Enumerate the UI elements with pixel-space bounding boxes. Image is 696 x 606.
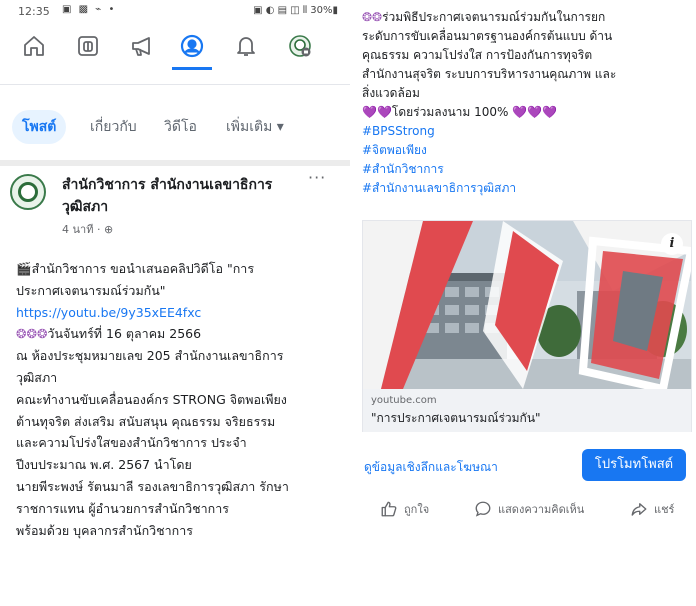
section-divider: [0, 160, 350, 166]
post-line: พร้อมด้วย บุคลากรสำนักวิชาการ: [16, 522, 193, 538]
status-notification-icons: ▣ ▩ ⌁ •: [62, 4, 117, 15]
post-line: ❂❂ร่วมพิธีประกาศเจตนารมณ์ร่วมกันในการยก: [362, 10, 606, 24]
comment-button[interactable]: แสดงความคิดเห็น: [474, 494, 584, 524]
post-line: และความโปร่งใสของสำนักวิชาการ ประจำ: [16, 435, 247, 451]
post-line: คณะทำงานขับเคลื่อนองค์กร STRONG จิตพอเพี…: [16, 391, 287, 407]
author-line-2: วุฒิสภา: [62, 199, 109, 215]
post-line: 💜💜โดยร่วมลงนาม 100% 💜💜💜: [362, 105, 558, 119]
hashtag-link[interactable]: #สำนักงานเลขาธิการวุฒิสภา: [362, 179, 692, 198]
bell-icon[interactable]: [226, 28, 266, 64]
tab-about[interactable]: เกี่ยวกับ: [90, 110, 137, 144]
clapperboard-icon: 🎬: [16, 261, 32, 276]
profile-icon[interactable]: [172, 28, 212, 64]
globe-icon: ⊕: [103, 223, 114, 236]
post-time: 4 นาที: [62, 223, 94, 236]
link-title: "การประกาศเจตนารมณ์ร่วมกัน": [371, 411, 541, 425]
post-author[interactable]: สำนักวิชาการ สำนักงานเลขาธิการ วุฒิสภา: [62, 174, 292, 218]
link-preview-card[interactable]: i youtube.com "การประกาศเจตนารมณ์ร่วมกัน…: [362, 220, 692, 432]
nav-active-indicator: [172, 67, 212, 70]
post-line: คุณธรรม ความโปร่งใส การป้องกันการทุจริต: [362, 48, 593, 62]
status-time: 12:35: [18, 5, 50, 18]
megaphone-icon[interactable]: [122, 28, 162, 64]
status-system-icons: ▣ ◐ ▤ ◫ ⫴ 30%▮: [253, 5, 338, 16]
share-label: แชร์: [654, 503, 675, 516]
post-body: 🎬สำนักวิชาการ ขอนำเสนอคลิปวิดีโอ "การ ปร…: [16, 258, 346, 541]
page-tabs: โพสต์ เกี่ยวกับ วิดีโอ เพิ่มเติม ▾: [0, 110, 350, 150]
post-line: 🎬สำนักวิชาการ ขอนำเสนอคลิปวิดีโอ "การ: [16, 261, 255, 276]
page-avatar-icon[interactable]: [280, 28, 320, 64]
sparkle-emoji-icon: ❂❂❂: [16, 326, 48, 342]
post-line: ต้านทุจริต ส่งเสริม สนับสนุน คุณธรรม จริ…: [16, 413, 276, 429]
nav-divider: [0, 84, 350, 85]
share-button[interactable]: แชร์: [630, 494, 674, 524]
right-screenshot-panel: ❂❂ร่วมพิธีประกาศเจตนารมณ์ร่วมกันในการยก …: [356, 0, 696, 606]
link-domain: youtube.com: [371, 395, 437, 406]
share-arrow-icon: [631, 503, 647, 516]
post-line: ราชการแทน ผู้อำนวยการสำนักวิชาการ: [16, 500, 229, 516]
post-line: ระดับการขับเคลื่อนมาตรฐานองค์กรต้นแบบ ด้…: [362, 29, 613, 43]
link-preview-meta[interactable]: youtube.com "การประกาศเจตนารมณ์ร่วมกัน": [363, 389, 691, 432]
tab-posts[interactable]: โพสต์: [12, 110, 67, 144]
comment-bubble-icon: [475, 501, 491, 517]
post-more-button[interactable]: ···: [308, 168, 326, 187]
promote-post-button[interactable]: โปรโมทโพสต์: [582, 449, 686, 481]
like-label: ถูกใจ: [404, 503, 430, 516]
tab-more[interactable]: เพิ่มเติม ▾: [226, 110, 284, 144]
post-line: ณ ห้องประชุมหมายเลข 205 สำนักงานเลขาธิกา…: [16, 348, 284, 364]
post-meta: 4 นาที · ⊕: [62, 223, 114, 236]
heart-emoji-icon: 💜💜💜: [512, 105, 558, 119]
video-thumbnail[interactable]: i: [363, 221, 691, 389]
top-nav-bar: [0, 28, 350, 70]
tab-videos[interactable]: วิดีโอ: [164, 110, 197, 144]
info-icon[interactable]: i: [661, 233, 683, 255]
left-screenshot-panel: 12:35 ▣ ▩ ⌁ • ▣ ◐ ▤ ◫ ⫴ 30%▮ โพสต์ เกี่ย…: [0, 0, 350, 606]
like-button[interactable]: ถูกใจ: [380, 494, 429, 524]
home-icon[interactable]: [14, 28, 54, 64]
insights-link[interactable]: ดูข้อมูลเชิงลึกและโฆษณา: [364, 458, 498, 477]
sparkle-emoji-icon: ❂❂: [362, 10, 383, 24]
thumbs-up-icon: [381, 501, 397, 517]
post-line: สำนักงานสุจริต ระบบการบริหารงานคุณภาพ แล…: [362, 67, 617, 81]
post-actions-bar: ถูกใจ แสดงความคิดเห็น แชร์: [362, 494, 692, 524]
post-line: ❂❂❂วันจันทร์ที่ 16 ตุลาคม 2566: [16, 326, 202, 342]
post-continued-text: ❂❂ร่วมพิธีประกาศเจตนารมณ์ร่วมกันในการยก …: [362, 8, 692, 198]
hashtag-link[interactable]: #จิตพอเพียง: [362, 141, 692, 160]
heart-emoji-icon: 💜💜: [362, 105, 392, 119]
promote-bar: ดูข้อมูลเชิงลึกและโฆษณา โปรโมทโพสต์: [362, 444, 692, 484]
post-header: สำนักวิชาการ สำนักงานเลขาธิการ วุฒิสภา 4…: [0, 168, 350, 238]
post-line: สิ่งแวดล้อม: [362, 86, 420, 100]
hashtag-link[interactable]: #สำนักวิชาการ: [362, 160, 692, 179]
hashtag-link[interactable]: #BPSStrong: [362, 122, 692, 141]
post-line: วุฒิสภา: [16, 369, 58, 385]
news-icon[interactable]: [68, 28, 108, 64]
comment-label: แสดงความคิดเห็น: [498, 503, 585, 516]
post-line: ปีงบประมาณ พ.ศ. 2567 นำโดย: [16, 457, 192, 473]
post-line: ประกาศเจตนารมณ์ร่วมกัน": [16, 282, 166, 298]
author-avatar[interactable]: [10, 174, 46, 210]
author-line-1: สำนักวิชาการ สำนักงานเลขาธิการ: [62, 177, 273, 193]
post-line: นายพีระพงษ์ รัตนมาลี รองเลขาธิการวุฒิสภา…: [16, 478, 289, 494]
status-bar: 12:35 ▣ ▩ ⌁ • ▣ ◐ ▤ ◫ ⫴ 30%▮: [0, 0, 350, 22]
post-url-link[interactable]: https://youtu.be/9y35xEE4fxc: [16, 302, 346, 324]
